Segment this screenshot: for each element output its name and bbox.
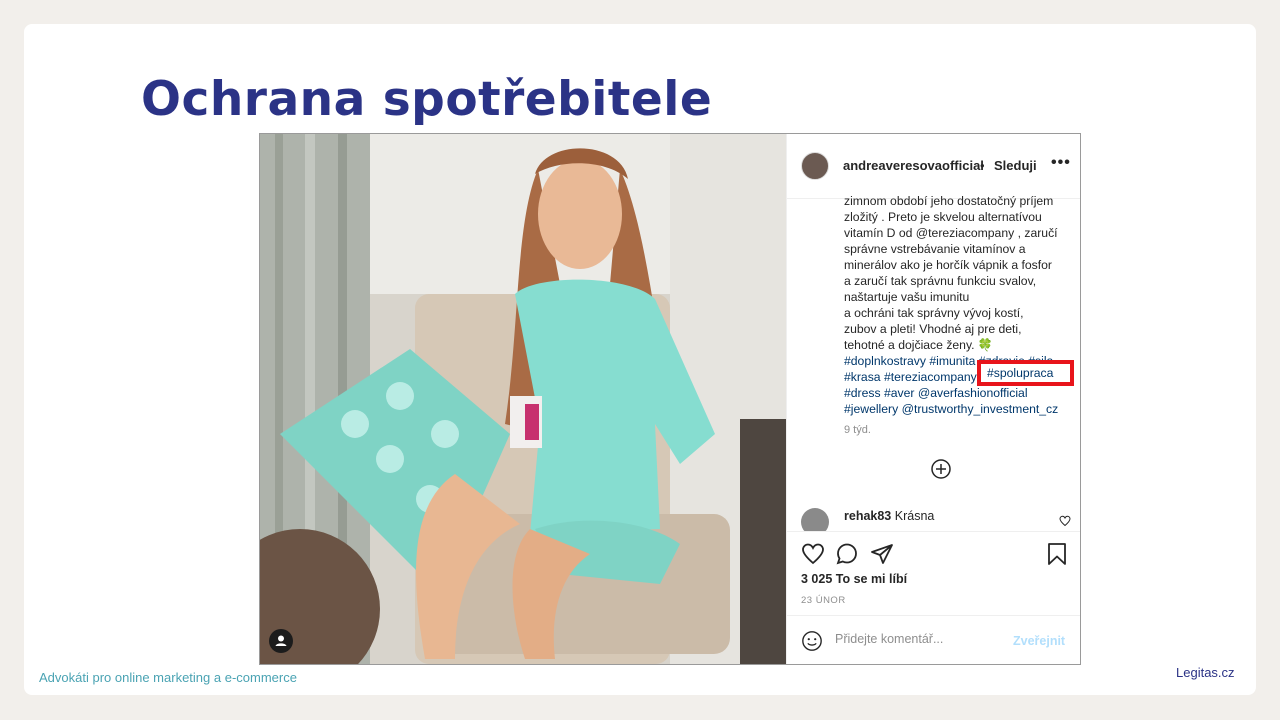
comment-input[interactable]: [835, 632, 985, 646]
caption-line: zubov a pleti! Vhodné aj pre deti,: [844, 322, 1022, 336]
comment-like-icon[interactable]: [1059, 515, 1071, 527]
caption-line: správne vstrebávanie vitamínov a: [844, 242, 1026, 256]
user-tag-icon[interactable]: [269, 629, 293, 653]
caption-line: vitamín D od @tereziacompany , zaručí: [844, 226, 1058, 240]
caption-line: zimnom období jeho dostatočný príjem: [844, 194, 1054, 208]
slide-title: Ochrana spotřebitele: [141, 72, 713, 127]
caption-line: minerálov ako je horčík vápnik a fosfor: [844, 258, 1052, 272]
post-date: 23 ÚNOR: [801, 595, 846, 606]
bookmark-icon[interactable]: [1045, 542, 1069, 566]
caption-line: naštartuje vašu imunitu: [844, 290, 970, 304]
caption-line: a zaručí tak správnu funkciu svalov,: [844, 274, 1037, 288]
comment-icon[interactable]: [835, 542, 859, 566]
share-icon[interactable]: [870, 542, 894, 566]
username-link[interactable]: andreaveresovaofficial: [843, 158, 984, 173]
post-age: 9 týd.: [844, 424, 871, 436]
instagram-post-screenshot: andreaveresovaofficial • Sleduji ••• zim…: [259, 133, 1081, 665]
comment-username[interactable]: rehak83: [844, 509, 891, 523]
follow-button[interactable]: Sleduji: [994, 158, 1037, 173]
plus-circle-icon[interactable]: [931, 459, 951, 479]
highlighted-spolupraca-tag[interactable]: #spolupraca: [977, 360, 1074, 386]
caption-line: tehotné a dojčiace ženy. 🍀: [844, 338, 994, 352]
heart-icon[interactable]: [801, 542, 825, 566]
post-actions: 3 025 To se mi líbí 23 ÚNOR: [787, 531, 1080, 616]
caption-hashtags[interactable]: #jewellery @trustworthy_investment_cz: [844, 401, 1076, 417]
more-icon[interactable]: •••: [1051, 154, 1071, 172]
caption-line: zložitý . Preto je skvelou alternatívou: [844, 210, 1042, 224]
footer-tagline: Advokáti pro online marketing a e-commer…: [39, 670, 297, 685]
comment: rehak83 Krásna: [844, 509, 934, 523]
comment-text: Krásna: [894, 509, 935, 523]
post-side-panel: andreaveresovaofficial • Sleduji ••• zim…: [786, 134, 1080, 664]
add-comment-bar: Zveřejnit: [787, 615, 1080, 664]
post-header: andreaveresovaofficial • Sleduji •••: [787, 134, 1080, 199]
post-comment-button[interactable]: Zveřejnit: [1013, 634, 1065, 648]
likes-count[interactable]: 3 025 To se mi líbí: [801, 572, 907, 586]
follow-separator: •: [980, 158, 985, 173]
caption-hashtags[interactable]: #dress #aver @averfashionofficial: [844, 385, 1076, 401]
avatar[interactable]: [801, 152, 829, 180]
post-photo-illustration: [260, 134, 786, 664]
emoji-icon[interactable]: [801, 630, 823, 652]
post-photo: [260, 134, 786, 664]
caption-line: a ochráni tak správny vývoj kostí,: [844, 306, 1024, 320]
footer-brand: Legitas.cz: [1176, 665, 1235, 680]
